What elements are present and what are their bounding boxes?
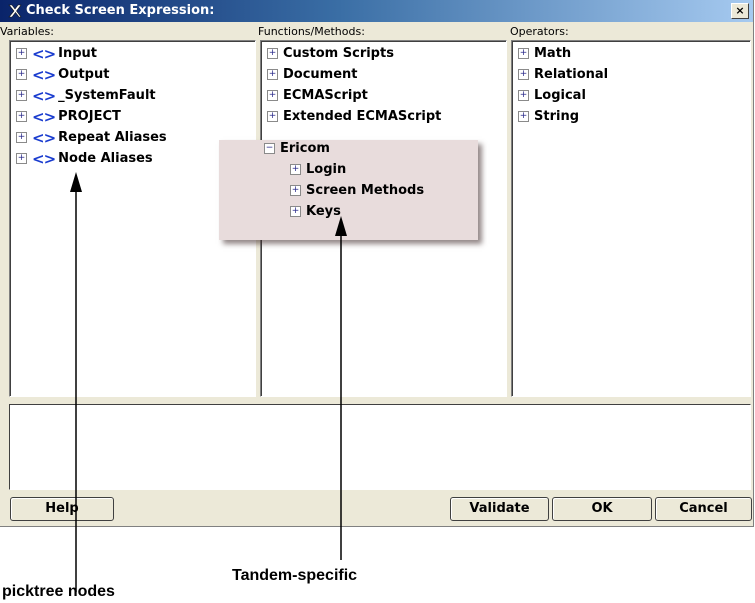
operators-tree[interactable]: + Math + Relational + Logical + String [511, 40, 751, 397]
variable-icon: <> [32, 86, 56, 105]
tree-node-node-aliases[interactable]: + <> Node Aliases [16, 148, 167, 169]
tree-node-systemfault[interactable]: + <> _SystemFault [16, 85, 167, 106]
dialog-title: Check Screen Expression: [26, 3, 215, 18]
node-label: ECMAScript [283, 88, 368, 103]
help-button[interactable]: Help [10, 497, 114, 521]
node-label: Keys [306, 204, 341, 219]
tree-node-logical[interactable]: + Logical [518, 85, 608, 106]
expand-icon[interactable]: + [518, 48, 529, 59]
expand-icon[interactable]: + [518, 111, 529, 122]
variable-icon: <> [32, 128, 56, 147]
tree-node-ericom[interactable]: − Ericom [264, 138, 424, 159]
tree-node-custom-scripts[interactable]: + Custom Scripts [267, 43, 441, 64]
validate-button[interactable]: Validate [450, 497, 549, 521]
expand-icon[interactable]: + [290, 164, 301, 175]
node-label: Custom Scripts [283, 46, 394, 61]
close-button[interactable]: × [731, 3, 749, 19]
expand-icon[interactable]: + [16, 111, 27, 122]
expand-icon[interactable]: + [16, 90, 27, 101]
node-label: Login [306, 162, 347, 177]
variable-icon: <> [32, 149, 56, 168]
variable-icon: <> [32, 44, 56, 63]
check-screen-expression-dialog: Check Screen Expression: × Variables: Fu… [0, 0, 754, 527]
node-label: Input [58, 46, 98, 61]
tree-node-relational[interactable]: + Relational [518, 64, 608, 85]
tree-node-ecmascript[interactable]: + ECMAScript [267, 85, 441, 106]
functions-label: Functions/Methods: [258, 25, 365, 38]
node-label: _SystemFault [58, 88, 156, 103]
ok-button[interactable]: OK [552, 497, 652, 521]
variable-icon: <> [32, 65, 56, 84]
variable-icon: <> [32, 107, 56, 126]
node-label: PROJECT [58, 109, 121, 124]
expand-icon[interactable]: + [267, 48, 278, 59]
expand-icon[interactable]: + [267, 90, 278, 101]
node-label: String [534, 109, 580, 124]
tree-node-math[interactable]: + Math [518, 43, 608, 64]
close-icon: × [735, 4, 745, 17]
operators-label: Operators: [510, 25, 569, 38]
tree-node-extended-ecmascript[interactable]: + Extended ECMAScript [267, 106, 441, 127]
collapse-icon[interactable]: − [264, 143, 275, 154]
expand-icon[interactable]: + [518, 90, 529, 101]
node-label: Output [58, 67, 110, 82]
node-label: Relational [534, 67, 609, 82]
tree-node-screen-methods[interactable]: + Screen Methods [290, 180, 424, 201]
expand-icon[interactable]: + [518, 69, 529, 80]
node-label: Math [534, 46, 572, 61]
tree-node-keys[interactable]: + Keys [290, 201, 424, 222]
expand-icon[interactable]: + [16, 153, 27, 164]
node-label: Extended ECMAScript [283, 109, 442, 124]
tandem-specific-label: Tandem-specific [232, 567, 358, 584]
expand-icon[interactable]: + [267, 69, 278, 80]
picktree-nodes-label: picktree nodes [2, 583, 115, 600]
node-label: Screen Methods [306, 183, 425, 198]
expression-editor[interactable] [9, 404, 751, 490]
node-label: Document [283, 67, 358, 82]
node-label: Node Aliases [58, 151, 153, 166]
expand-icon[interactable]: + [290, 206, 301, 217]
node-label: Logical [534, 88, 586, 103]
ericom-highlight-overlay: − Ericom + Login + Screen Methods + Keys [219, 140, 478, 240]
expand-icon[interactable]: + [16, 69, 27, 80]
expand-icon[interactable]: + [16, 48, 27, 59]
tree-node-output[interactable]: + <> Output [16, 64, 167, 85]
tree-node-project[interactable]: + <> PROJECT [16, 106, 167, 127]
tree-node-document[interactable]: + Document [267, 64, 441, 85]
expand-icon[interactable]: + [290, 185, 301, 196]
node-label: Repeat Aliases [58, 130, 167, 145]
tree-node-login[interactable]: + Login [290, 159, 424, 180]
node-label: Ericom [280, 141, 330, 156]
app-icon [6, 3, 22, 19]
title-bar[interactable]: Check Screen Expression: × [0, 0, 753, 22]
tree-node-repeat-aliases[interactable]: + <> Repeat Aliases [16, 127, 167, 148]
variables-label: Variables: [0, 25, 54, 38]
cancel-button[interactable]: Cancel [655, 497, 752, 521]
tree-node-input[interactable]: + <> Input [16, 43, 167, 64]
expand-icon[interactable]: + [16, 132, 27, 143]
expand-icon[interactable]: + [267, 111, 278, 122]
tree-node-string[interactable]: + String [518, 106, 608, 127]
